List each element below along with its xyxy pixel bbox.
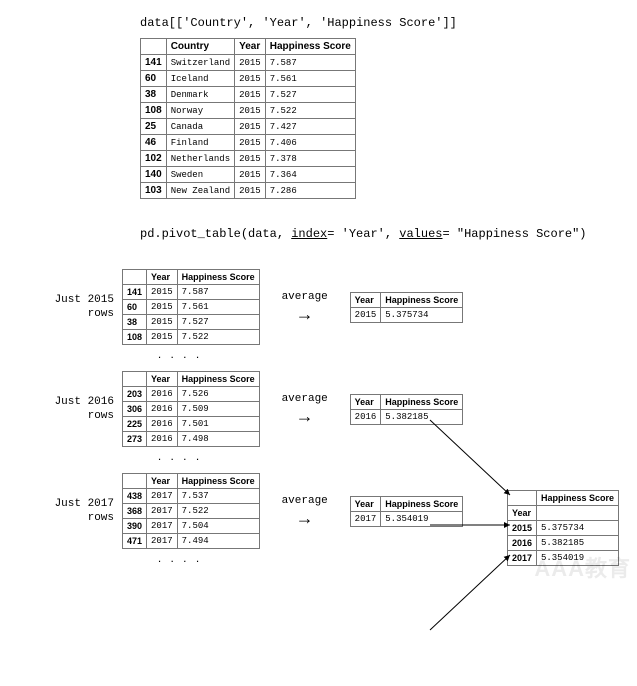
code-seg: = 'Year', xyxy=(327,227,399,241)
arrow-average: average → xyxy=(260,393,350,425)
table-row: 46Finland20157.406 xyxy=(141,135,356,151)
table-row: 60Iceland20157.561 xyxy=(141,71,356,87)
avg-table-2016: YearHappiness Score 20165.382185 xyxy=(350,394,464,425)
average-label: average xyxy=(282,291,328,303)
code-line-pivot: pd.pivot_table(data, index= 'Year', valu… xyxy=(140,227,627,241)
code-seg: 'Year' xyxy=(262,16,305,30)
code-seg: , xyxy=(306,16,320,30)
table-row: 141Switzerland20157.587 xyxy=(141,55,356,71)
code-seg-values: values xyxy=(399,227,442,241)
group-label: Just 2015 rows xyxy=(50,293,122,322)
group-2015: Just 2015 rows YearHappiness Score 14120… xyxy=(50,269,627,345)
code-seg: 'Happiness Score' xyxy=(320,16,442,30)
table-header: Happiness Score xyxy=(265,39,355,55)
table-row: 108Norway20157.522 xyxy=(141,103,356,119)
table-header xyxy=(141,39,167,55)
arrow-right-icon: → xyxy=(296,407,314,425)
table-row: 140Sweden20157.364 xyxy=(141,167,356,183)
arrow-right-icon: → xyxy=(296,305,314,323)
code-seg: , xyxy=(248,16,262,30)
subset-table-2016: YearHappiness Score 20320167.526 3062016… xyxy=(122,371,260,447)
source-table: Country Year Happiness Score 141Switzerl… xyxy=(140,38,356,199)
average-label: average xyxy=(282,495,328,507)
table-row: 103New Zealand20157.286 xyxy=(141,183,356,199)
watermark: AAA教育 xyxy=(534,551,631,583)
group-label: Just 2017 rows xyxy=(50,497,122,526)
code-seg: ]] xyxy=(442,16,456,30)
arrow-average: average → xyxy=(260,495,350,527)
table-row: 25Canada20157.427 xyxy=(141,119,356,135)
table-row: 38Denmark20157.527 xyxy=(141,87,356,103)
ellipsis: . . . . xyxy=(50,449,230,463)
table-header: Year xyxy=(235,39,266,55)
arrow-right-icon: → xyxy=(296,509,314,527)
ellipsis: . . . . xyxy=(50,551,230,565)
subset-table-2017: YearHappiness Score 43820177.537 3682017… xyxy=(122,473,260,549)
subset-table-2015: YearHappiness Score 14120157.587 6020157… xyxy=(122,269,260,345)
code-seg-index: index xyxy=(291,227,327,241)
avg-table-2017: YearHappiness Score 20175.354019 xyxy=(350,496,464,527)
average-label: average xyxy=(282,393,328,405)
table-header-row: Country Year Happiness Score xyxy=(141,39,356,55)
group-2016: Just 2016 rows YearHappiness Score 20320… xyxy=(50,371,627,447)
code-seg: data[[ xyxy=(140,16,183,30)
group-label: Just 2016 rows xyxy=(50,395,122,424)
code-seg: = "Happiness Score") xyxy=(442,227,586,241)
avg-table-2015: YearHappiness Score 20155.375734 xyxy=(350,292,464,323)
table-header: Country xyxy=(166,39,234,55)
table-row: 102Netherlands20157.378 xyxy=(141,151,356,167)
code-seg: pd.pivot_table(data, xyxy=(140,227,291,241)
code-line-select: data[['Country', 'Year', 'Happiness Scor… xyxy=(140,16,627,30)
code-seg: 'Country' xyxy=(183,16,248,30)
arrow-average: average → xyxy=(260,291,350,323)
ellipsis: . . . . xyxy=(50,347,230,361)
